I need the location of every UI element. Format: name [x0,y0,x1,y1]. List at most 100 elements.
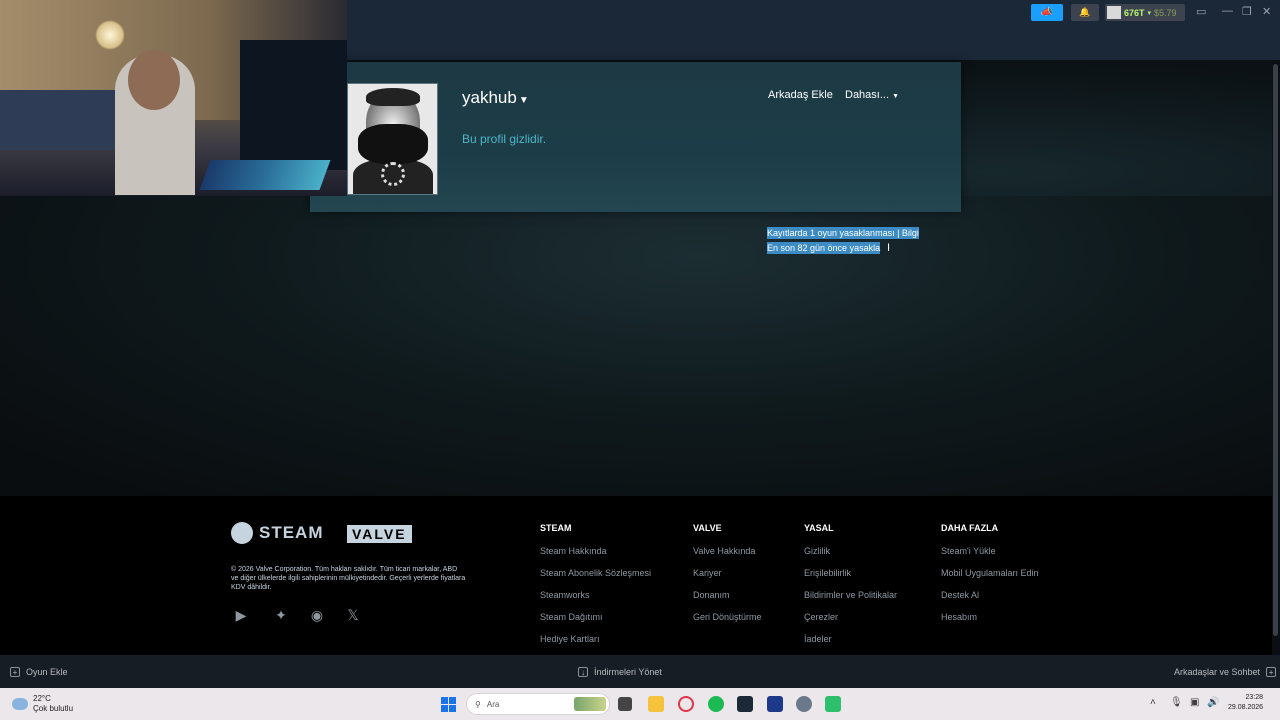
add-game-label: Oyun Ekle [26,667,68,677]
friends-chat-button[interactable]: Arkadaşlar ve Sohbet + [1174,667,1277,677]
more-button[interactable]: Dahası... ▼ [845,89,899,101]
volume-icon[interactable]: 🔊 [1207,697,1219,708]
footer-link[interactable]: Steam Hakkında [540,546,651,568]
account-name: 676T [1124,7,1145,18]
footer-link[interactable]: Valve Hakkında [693,546,762,568]
weather-condition: Çok bulutlu [33,704,74,713]
chat-icon: + [1266,667,1277,677]
bluesky-icon[interactable]: ✦ [271,607,291,624]
footer-column-more: DAHA FAZLA Steam'i Yükle Mobil Uygulamal… [941,523,1039,634]
bell-icon: 🔔 [1079,7,1091,17]
footer-column-steam: STEAM Steam Hakkında Steam Abonelik Sözl… [540,523,651,656]
search-placeholder: Ara [486,699,500,709]
footer-link[interactable]: İadeler [804,634,897,656]
cloud-icon [12,698,28,710]
clock-date: 29.08.2026 [1228,704,1264,711]
spotify-icon[interactable] [708,696,724,712]
copyright-text: © 2026 Valve Corporation. Tüm hakları sa… [231,566,466,591]
ban-status-line-1[interactable]: Kayıtlarda 1 oyun yasaklanması | Bilgi [767,227,919,239]
windows-start-icon[interactable] [441,697,456,712]
valve-logo[interactable]: VALVE [347,525,412,543]
chevron-up-icon[interactable]: ˄ [1150,697,1156,708]
footer-link[interactable]: Kariyer [693,568,762,590]
page-background [0,196,1272,496]
facebook-icon[interactable]: ◉ [307,607,327,624]
footer-link[interactable]: Bildirimler ve Politikalar [804,590,897,612]
microphone-icon[interactable]: 🎙 [1170,697,1183,708]
manage-downloads-button[interactable]: ↓ İndirmeleri Yönet [578,667,662,677]
footer-link[interactable]: Geri Dönüştürme [693,612,762,634]
footer-heading: STEAM [540,523,572,533]
footer-column-valve: VALVE Valve Hakkında Kariyer Donanım Ger… [693,523,762,634]
footer-link[interactable]: Mobil Uygulamaları Edin [941,568,1039,590]
footer-link[interactable]: Steam Dağıtımı [540,612,651,634]
friends-chat-label: Arkadaşlar ve Sohbet [1174,667,1261,677]
footer-link[interactable]: Steam Abonelik Sözleşmesi [540,568,651,590]
task-view-icon[interactable] [618,697,632,711]
profile-avatar [347,83,438,195]
footer-link[interactable]: Donanım [693,590,762,612]
footer-link[interactable]: Steam'i Yükle [941,546,1039,568]
windows-taskbar: 22°C Çok bulutlu ⚲ Ara ˄ 🎙 ▣ 🔊 23:28 29.… [0,688,1280,720]
add-game-button[interactable]: + Oyun Ekle [10,667,68,677]
footer-heading: VALVE [693,523,722,533]
webcam-overlay [0,0,347,196]
footer-heading: YASAL [804,523,834,533]
steam-icon [231,522,253,544]
messaging-app-icon[interactable] [825,696,841,712]
steam-logo-text: STEAM [259,523,324,542]
footer-link[interactable]: Çerezler [804,612,897,634]
profile-name: yakhub [462,88,517,107]
private-profile-notice: Bu profil gizlidir. [462,132,547,146]
app-icon[interactable] [767,696,783,712]
settings-icon[interactable] [796,696,812,712]
clock-time: 23:28 [1245,694,1264,701]
file-explorer-icon[interactable] [648,696,664,712]
footer-link[interactable]: Erişilebilirlik [804,568,897,590]
plus-icon: + [10,667,20,677]
search-highlight-image [574,697,606,711]
footer-column-legal: YASAL Gizlilik Erişilebilirlik Bildiriml… [804,523,897,656]
taskbar-clock[interactable]: 23:28 29.08.2026 [1228,693,1263,713]
manage-downloads-label: İndirmeleri Yönet [594,667,662,677]
x-icon[interactable]: 𝕏 [343,607,363,624]
footer-link[interactable]: Hesabım [941,612,1039,634]
text-cursor-icon: I [887,242,891,254]
add-friend-button[interactable]: Arkadaş Ekle [768,89,833,101]
wallet-balance: $5.79 [1154,7,1177,18]
steam-logo[interactable]: STEAM [231,522,324,544]
youtube-icon[interactable]: ▶ [231,607,251,624]
announcements-button[interactable]: 📣 [1031,4,1063,21]
footer-link[interactable]: Hediye Kartları [540,634,651,656]
chevron-down-icon: ▾ [1147,9,1152,17]
account-menu[interactable]: 676T ▾ $5.79 [1105,4,1185,21]
ban-status: Kayıtlarda 1 oyun yasaklanması | Bilgi E… [767,226,919,256]
download-icon: ↓ [578,667,588,677]
taskbar-search[interactable]: ⚲ Ara [466,693,610,715]
footer-link[interactable]: Destek Al [941,590,1039,612]
page-scrollbar[interactable] [1272,60,1280,655]
search-icon: ⚲ [475,699,481,709]
close-icon[interactable]: ✕ [1262,5,1271,18]
caret-down-icon: ▼ [892,93,900,100]
ban-status-line-2: En son 82 gün önce yasakla [767,242,881,254]
opera-icon[interactable] [678,696,694,712]
caret-down-icon: ▼ [518,95,529,106]
account-avatar [1107,6,1121,19]
big-picture-icon[interactable]: ▭ [1196,5,1206,18]
footer-heading: DAHA FAZLA [941,523,999,533]
notifications-button[interactable]: 🔔 [1071,4,1099,21]
steam-bottom-bar: + Oyun Ekle ↓ İndirmeleri Yönet Arkadaşl… [0,655,1280,688]
footer-link[interactable]: Steamworks [540,590,651,612]
steam-taskbar-icon[interactable] [737,696,753,712]
megaphone-icon: 📣 [1040,7,1054,18]
weather-widget[interactable]: 22°C Çok bulutlu [12,694,73,714]
minimize-icon[interactable]: — [1222,5,1233,17]
profile-name-dropdown[interactable]: yakhub ▼ [462,88,529,108]
restore-icon[interactable]: ❐ [1242,5,1252,18]
more-label: Dahası... [845,89,890,101]
network-icon[interactable]: ▣ [1190,697,1199,708]
temperature: 22°C [33,694,51,703]
footer-link[interactable]: Gizlilik [804,546,897,568]
scrollbar-thumb[interactable] [1273,64,1278,636]
